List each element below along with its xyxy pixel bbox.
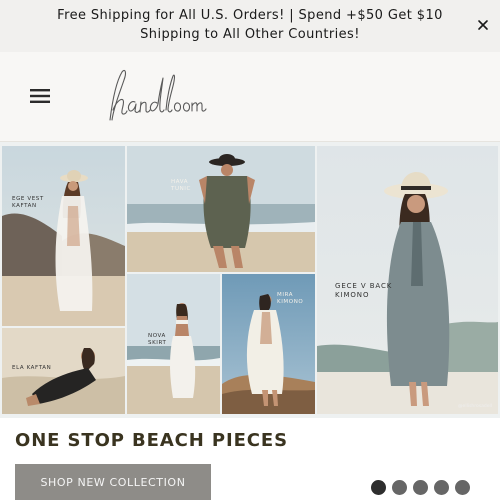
- photo-gece-image: [317, 146, 498, 414]
- photo-hava-image: [127, 146, 315, 272]
- site-header: handloom: [0, 52, 500, 142]
- photo-ege-image: [2, 146, 125, 326]
- photo-mira-kimono[interactable]: MIRA KIMONO: [222, 274, 315, 414]
- label-mira-kimono: MIRA KIMONO: [277, 292, 304, 305]
- photo-ege-vest-kaftan[interactable]: EGE VEST KAFTAN: [2, 146, 125, 326]
- label-ela-kaftan: ELA KAFTAN: [12, 365, 52, 371]
- photo-ela-kaftan[interactable]: ELA KAFTAN: [2, 328, 125, 414]
- label-nova-skirt: NOVA SKIRT: [148, 333, 167, 346]
- carousel-dot-3[interactable]: [413, 480, 428, 495]
- announcement-line-1: Free Shipping for All U.S. Orders! | Spe…: [57, 8, 443, 23]
- label-gece-v-back-kimono: GECE V BACK KIMONO: [335, 282, 393, 299]
- photo-credit: @ellishrosadell: [458, 404, 492, 409]
- announcement-bar: Free Shipping for All U.S. Orders! | Spe…: [0, 0, 500, 52]
- carousel-pagination: [371, 480, 470, 496]
- handloom-logo[interactable]: handloom: [100, 64, 210, 130]
- carousel-dot-5[interactable]: [455, 480, 470, 495]
- shop-new-collection-button[interactable]: SHOP NEW COLLECTION: [15, 464, 211, 500]
- label-ege-vest-kaftan: EGE VEST KAFTAN: [12, 196, 44, 209]
- photo-hava-tunic[interactable]: HAVA TUNIC: [127, 146, 315, 272]
- photo-gece-v-back-kimono[interactable]: GECE V BACK KIMONO @ellishrosadell: [317, 146, 498, 414]
- photo-nova-image: [127, 274, 220, 414]
- hero-headline: ONE STOP BEACH PIECES: [15, 430, 288, 451]
- close-icon[interactable]: [474, 16, 492, 34]
- photo-nova-skirt[interactable]: NOVA SKIRT: [127, 274, 220, 414]
- hamburger-menu-icon[interactable]: [28, 86, 52, 106]
- carousel-dot-4[interactable]: [434, 480, 449, 495]
- carousel-dot-2[interactable]: [392, 480, 407, 495]
- carousel-dot-1[interactable]: [371, 480, 386, 495]
- hero-banner[interactable]: EGE VEST KAFTAN HAVA TUNIC GECE V BACK K…: [0, 142, 500, 418]
- announcement-text: Free Shipping for All U.S. Orders! | Spe…: [40, 6, 460, 44]
- label-hava-tunic: HAVA TUNIC: [171, 179, 191, 192]
- announcement-line-2: Shipping to All Other Countries!: [140, 27, 360, 42]
